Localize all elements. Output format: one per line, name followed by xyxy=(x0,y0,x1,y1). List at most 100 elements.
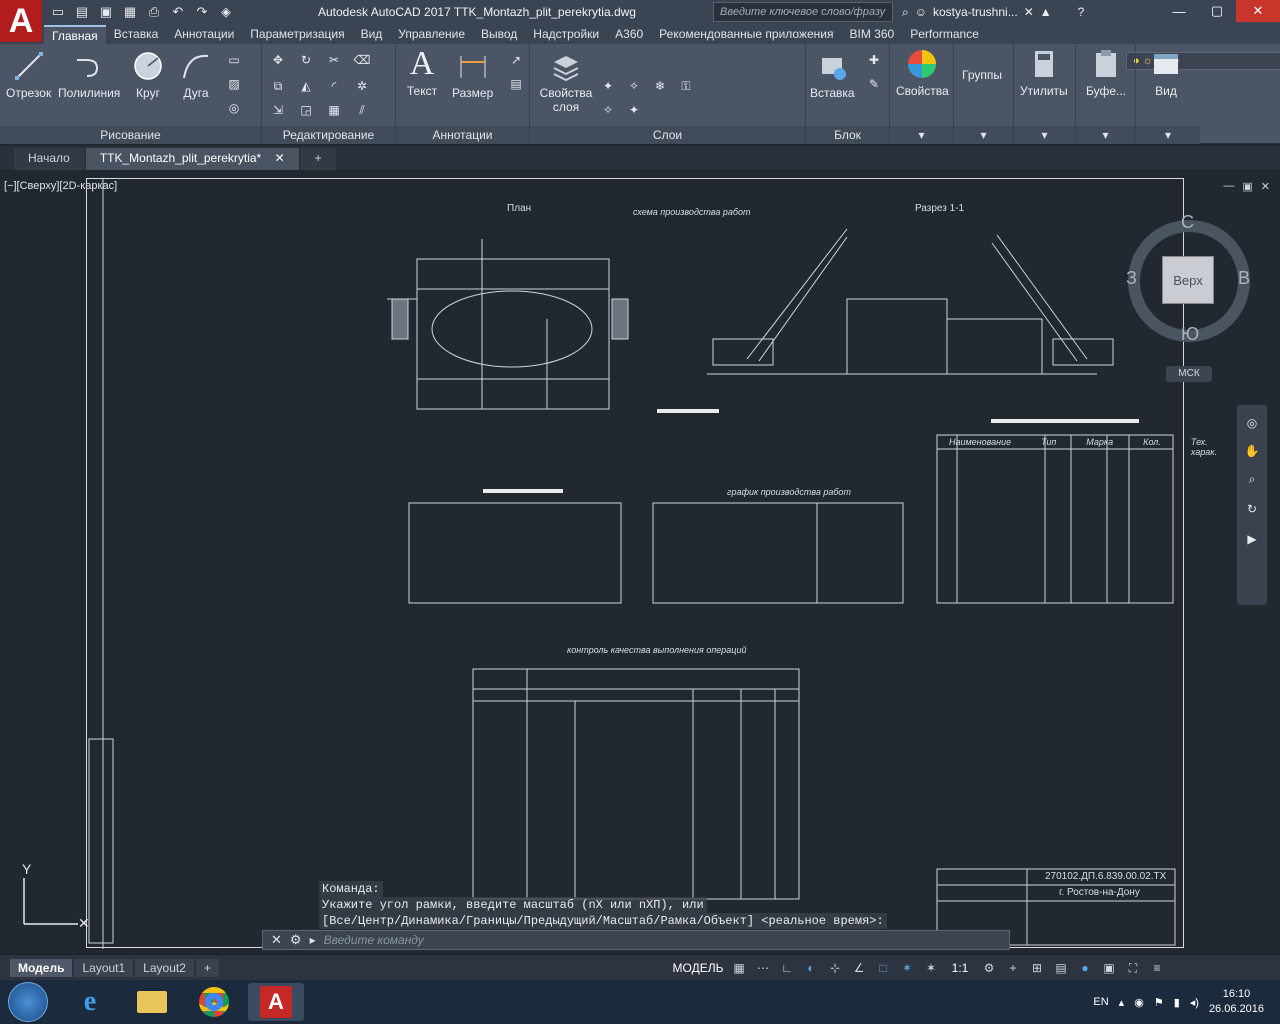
tab-model[interactable]: Модель xyxy=(10,959,73,977)
polar-icon[interactable]: ◐ xyxy=(802,959,820,977)
close-button[interactable]: ✕ xyxy=(1236,0,1280,22)
tab-insert[interactable]: Вставка xyxy=(106,25,167,44)
circle-tool[interactable]: Круг xyxy=(132,50,164,100)
table-icon[interactable]: ▤ xyxy=(508,76,524,92)
text-tool[interactable]: A Текст xyxy=(406,47,438,99)
grid-icon[interactable]: ▦ xyxy=(730,959,748,977)
layers-panel-title[interactable]: Слои xyxy=(530,126,805,144)
draw-panel-title[interactable]: Рисование xyxy=(0,126,261,144)
tray-chevron-icon[interactable]: ▴ xyxy=(1119,996,1125,1009)
search-input[interactable]: Введите ключевое слово/фразу xyxy=(713,2,893,22)
tab-layout2[interactable]: Layout2 xyxy=(135,959,194,977)
tab-layout1[interactable]: Layout1 xyxy=(74,959,134,977)
viewcube-east[interactable]: В xyxy=(1238,268,1250,289)
print-icon[interactable]: ⎙ xyxy=(144,2,164,22)
tab-drawing[interactable]: TTK_Montazh_plit_perekrytia* ✕ xyxy=(85,148,299,170)
dimension-tool[interactable]: Размер xyxy=(452,50,493,100)
zoom-icon[interactable]: ⌕ xyxy=(1244,471,1260,487)
stretch-icon[interactable]: ⇲ xyxy=(270,102,286,118)
annotation-visibility-icon[interactable]: ✶ xyxy=(898,959,916,977)
insert-block-tool[interactable]: Вставка xyxy=(810,50,855,100)
pan-hand-icon[interactable]: ✋ xyxy=(1244,443,1260,459)
create-block-icon[interactable]: ✚ xyxy=(866,52,882,68)
osnap-icon[interactable]: ⊹ xyxy=(826,959,844,977)
binoculars-icon[interactable]: ⌕ xyxy=(902,5,909,20)
save-as-icon[interactable]: ▦ xyxy=(120,2,140,22)
erase-icon[interactable]: ⌫ xyxy=(354,52,371,68)
close-command-line-icon[interactable]: ✕ xyxy=(271,932,282,948)
tab-output[interactable]: Вывод xyxy=(473,25,525,44)
showmotion-icon[interactable]: ▶ xyxy=(1244,531,1260,547)
view-tool[interactable]: Вид xyxy=(1150,48,1182,98)
command-line[interactable]: ✕ ⚙ ▸ Введите команду xyxy=(262,930,1010,950)
undo-icon[interactable]: ↶ xyxy=(168,2,188,22)
customize-icon[interactable]: ⚙ xyxy=(290,932,302,948)
command-prompt-icon[interactable]: ▸ xyxy=(310,933,316,947)
new-tab-button[interactable]: + xyxy=(300,148,336,170)
steering-wheel-icon[interactable]: ◎ xyxy=(1244,415,1260,431)
ortho-icon[interactable]: ∟ xyxy=(778,959,796,977)
array-icon[interactable]: ▦ xyxy=(326,102,342,118)
arc-tool[interactable]: Дуга xyxy=(180,50,212,100)
tab-parametric[interactable]: Параметризация xyxy=(242,25,352,44)
help-icon[interactable]: ? xyxy=(1078,5,1085,20)
user-name[interactable]: kostya-trushni... xyxy=(933,5,1018,20)
clean-screen-icon[interactable]: ⛶ xyxy=(1124,959,1142,977)
add-layout-button[interactable]: + xyxy=(195,959,219,977)
groups-panel-dropdown[interactable]: ▾ xyxy=(954,126,1013,144)
tab-featured-apps[interactable]: Рекомендованные приложения xyxy=(651,25,841,44)
viewport-minimize-icon[interactable]: — xyxy=(1223,180,1234,193)
start-button[interactable] xyxy=(8,982,48,1022)
minimize-button[interactable]: — xyxy=(1160,0,1198,22)
groups-tool[interactable]: Группы xyxy=(962,68,1002,82)
layer-off-icon[interactable]: ✦ xyxy=(600,78,616,94)
file-explorer-icon[interactable] xyxy=(124,983,180,1021)
network-icon[interactable]: ▮ xyxy=(1174,996,1180,1009)
layer-freeze-icon[interactable]: ❄ xyxy=(652,78,668,94)
user-menu[interactable]: ⌕ ☺ kostya-trushni... ✕ ▲ ? xyxy=(902,5,1084,20)
customization-icon[interactable]: ≡ xyxy=(1148,959,1166,977)
workspace-gear-icon[interactable]: ⚙ xyxy=(980,959,998,977)
auto-scale-icon[interactable]: ✶ xyxy=(922,959,940,977)
fillet-icon[interactable]: ◜ xyxy=(326,78,342,94)
rectangle-icon[interactable]: ▭ xyxy=(226,52,242,68)
tab-manage[interactable]: Управление xyxy=(390,25,473,44)
save-icon[interactable]: ▣ xyxy=(96,2,116,22)
offset-icon[interactable]: ⫽ xyxy=(354,102,370,118)
block-panel-title[interactable]: Блок xyxy=(806,126,889,144)
move-icon[interactable]: ✥ xyxy=(270,52,286,68)
open-file-icon[interactable]: ▤ xyxy=(72,2,92,22)
a360-icon[interactable]: ▲ xyxy=(1040,5,1052,20)
clipboard-tool[interactable]: Буфе... xyxy=(1086,48,1126,98)
exchange-icon[interactable]: ✕ xyxy=(1024,5,1034,20)
viewcube-top-face[interactable]: Верх xyxy=(1162,256,1214,304)
annotation-monitor-icon[interactable]: + xyxy=(1004,959,1022,977)
orbit-icon[interactable]: ↻ xyxy=(1244,501,1260,517)
edit-block-icon[interactable]: ✎ xyxy=(866,76,882,92)
polyline-tool[interactable]: Полилиния xyxy=(58,50,120,100)
properties-panel-dropdown[interactable]: ▾ xyxy=(890,126,953,144)
maximize-button[interactable]: ▢ xyxy=(1198,0,1236,22)
annotation-panel-title[interactable]: Аннотации xyxy=(396,126,529,144)
properties-tool[interactable]: Свойства xyxy=(896,48,949,98)
tab-start[interactable]: Начало xyxy=(14,148,84,170)
line-tool[interactable]: Отрезок xyxy=(6,50,51,100)
snap-icon[interactable]: ⋯ xyxy=(754,959,772,977)
tab-bim360[interactable]: BIM 360 xyxy=(842,25,903,44)
tab-a360[interactable]: А360 xyxy=(607,25,651,44)
close-tab-icon[interactable]: ✕ xyxy=(275,151,285,165)
hardware-acceleration-icon[interactable]: ▣ xyxy=(1100,959,1118,977)
drawing-viewport[interactable]: [−][Сверху][2D-каркас] — ▣ ✕ План Разрез… xyxy=(0,172,1280,954)
tab-view[interactable]: Вид xyxy=(353,25,391,44)
annotation-scale[interactable]: 1:1 xyxy=(946,959,974,977)
clipboard-panel-dropdown[interactable]: ▾ xyxy=(1076,126,1135,144)
flag-icon[interactable]: ⚑ xyxy=(1154,996,1164,1009)
dynamic-ucs-icon[interactable]: □ xyxy=(874,959,892,977)
language-indicator[interactable]: EN xyxy=(1093,996,1108,1008)
mirror-icon[interactable]: ◭ xyxy=(298,78,314,94)
quick-properties-icon[interactable]: ▤ xyxy=(1052,959,1070,977)
isolate-objects-icon[interactable]: ● xyxy=(1076,959,1094,977)
layer-properties-tool[interactable]: Свойства слоя xyxy=(538,50,594,114)
copy-icon[interactable]: ⧉ xyxy=(270,78,286,94)
volume-icon[interactable]: ◂) xyxy=(1190,996,1199,1009)
